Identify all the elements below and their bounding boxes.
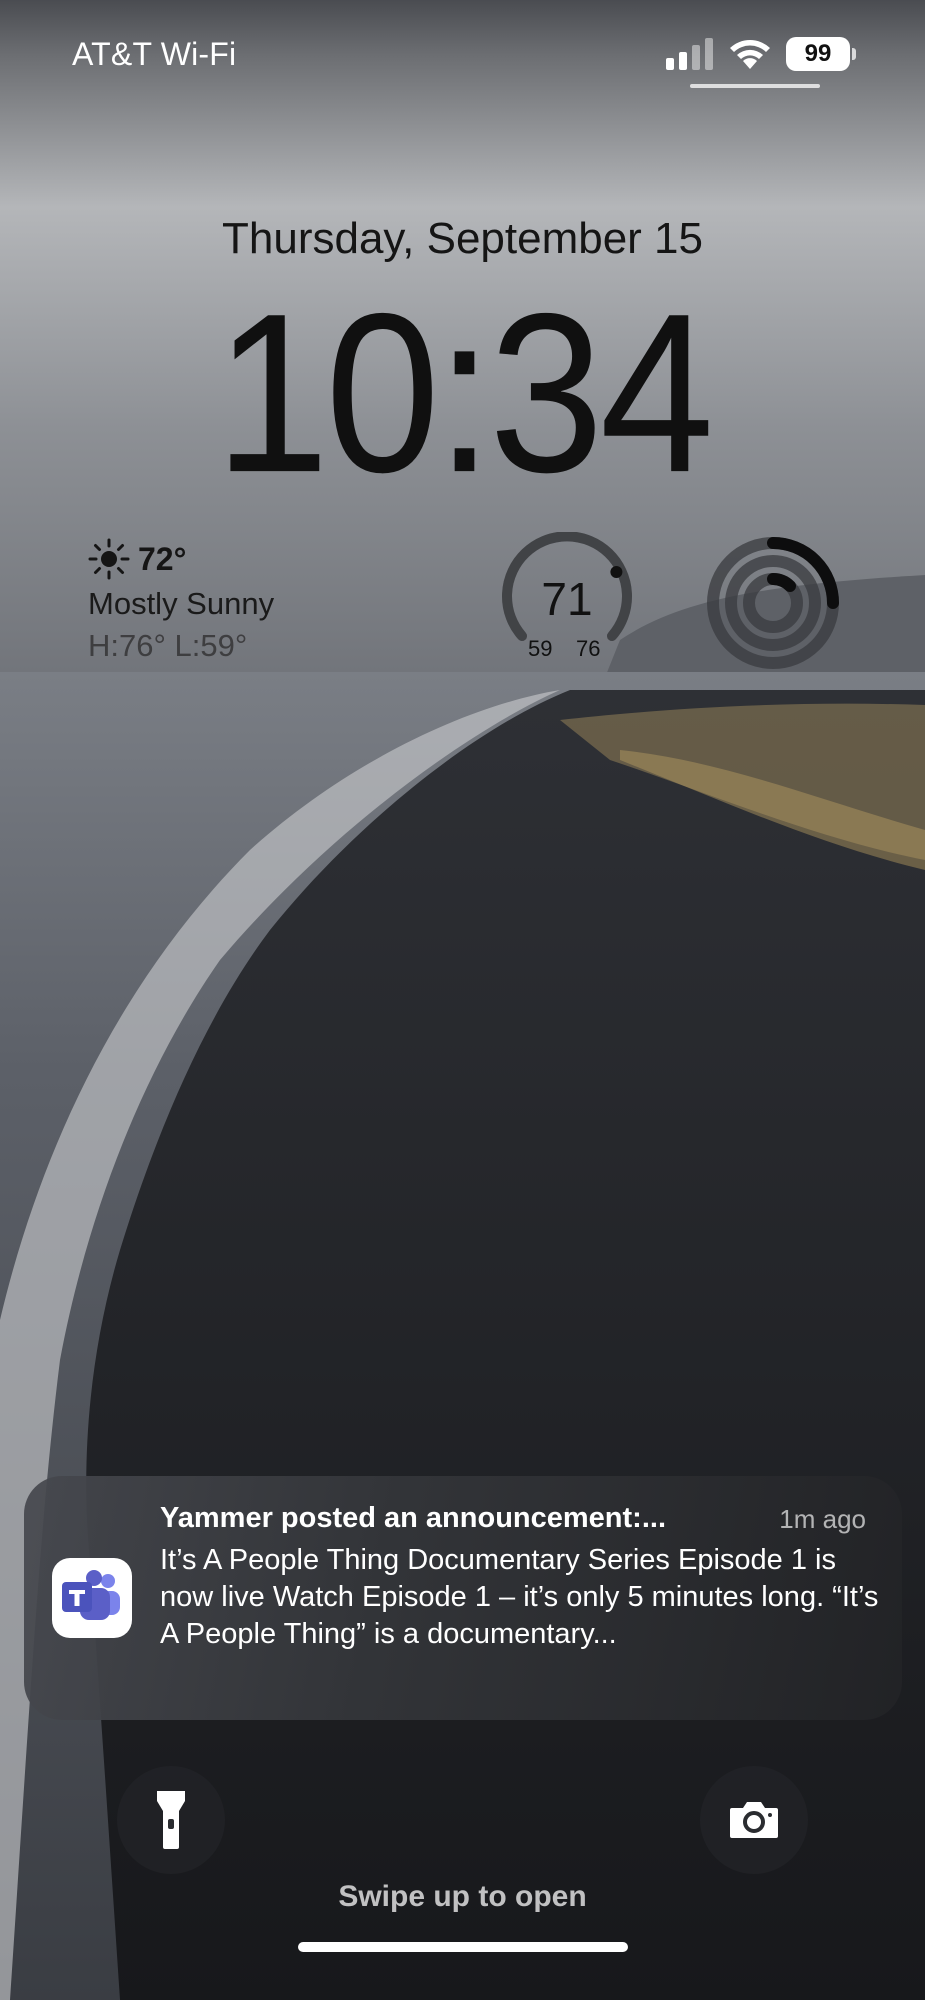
weather-temperature: 72° [138, 540, 187, 577]
sun-icon [88, 538, 130, 580]
battery-indicator: 99 [786, 37, 856, 71]
lock-screen-time[interactable]: 10:34 [0, 272, 925, 514]
status-bar: AT&T Wi-Fi 99 [0, 0, 925, 110]
battery-level: 99 [786, 37, 850, 71]
wifi-icon [730, 40, 770, 69]
flashlight-button[interactable] [117, 1766, 225, 1874]
battery-nub [852, 48, 856, 60]
temperature-gauge-widget[interactable]: 71 59 76 [492, 532, 642, 672]
weather-condition: Mostly Sunny [88, 586, 275, 621]
flashlight-icon [157, 1791, 185, 1849]
camera-icon [730, 1802, 778, 1838]
teams-icon [52, 1558, 132, 1638]
notification-card[interactable]: Yammer posted an announcement:... 1m ago… [24, 1476, 902, 1720]
activity-rings-icon[interactable] [706, 536, 840, 670]
carrier-label: AT&T Wi-Fi [72, 36, 237, 72]
notification-body: It’s A People Thing Documentary Series E… [160, 1544, 879, 1650]
gauge-high-temp: 76 [576, 636, 601, 661]
notification-center-handle[interactable] [690, 84, 820, 88]
home-indicator[interactable] [298, 1942, 628, 1952]
weather-widget[interactable]: 72° Mostly Sunny H:76° L:59° [88, 538, 274, 664]
swipe-up-hint: Swipe up to open [338, 1880, 587, 1913]
camera-button[interactable] [700, 1766, 808, 1874]
gauge-low-temp: 59 [528, 636, 553, 661]
notification-time: 1m ago [779, 1504, 866, 1534]
cellular-signal-icon [666, 38, 713, 70]
weather-current: 72° [88, 538, 274, 580]
lock-screen-date[interactable]: Thursday, September 15 [0, 214, 925, 264]
notification-title: Yammer posted an announcement:... [160, 1502, 666, 1534]
weather-high-low: H:76° L:59° [88, 628, 248, 663]
gauge-current-temp: 71 [541, 573, 593, 625]
